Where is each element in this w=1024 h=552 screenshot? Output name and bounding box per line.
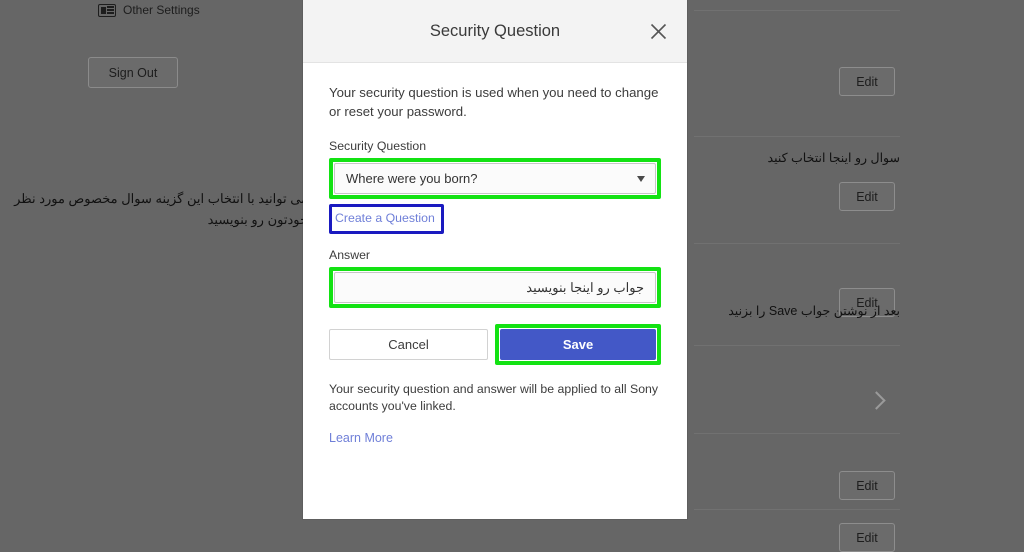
row-divider <box>694 433 900 434</box>
create-question-highlight: Create a Question <box>329 204 444 234</box>
annotation-select-question: سوال رو اینجا انتخاب کنید <box>767 151 900 165</box>
answer-highlight <box>329 267 661 308</box>
security-question-select[interactable]: Where were you born? <box>334 163 656 194</box>
chevron-right-icon[interactable] <box>867 391 886 410</box>
dialog-intro-text: Your security question is used when you … <box>329 85 659 119</box>
annotation-press-save: بعد از نوشتن جواب Save را بزنید <box>728 304 900 318</box>
dialog-footer-note: Your security question and answer will b… <box>329 382 659 413</box>
security-question-highlight: Where were you born? <box>329 158 661 199</box>
id-card-icon <box>98 3 116 17</box>
create-question-link[interactable]: Create a Question <box>333 208 439 229</box>
answer-input[interactable] <box>334 272 656 303</box>
row-divider <box>694 10 900 11</box>
create-question-row: Create a Question <box>329 204 661 234</box>
chevron-down-icon <box>637 175 645 182</box>
row-divider <box>694 345 900 346</box>
save-button[interactable]: Save <box>500 329 656 360</box>
save-highlight: Save <box>495 324 661 365</box>
cancel-button[interactable]: Cancel <box>329 329 488 360</box>
security-question-label: Security Question <box>329 139 427 153</box>
annotation-create-question: می توانید با انتخاب این گزینه سوال مخصوص… <box>14 191 308 227</box>
close-icon[interactable] <box>643 16 673 46</box>
other-settings-nav-item[interactable]: Other Settings <box>98 3 200 17</box>
dialog-body: Your security question is used when you … <box>303 63 687 447</box>
edit-button[interactable]: Edit <box>839 67 895 96</box>
answer-label: Answer <box>329 248 371 262</box>
dialog-actions: Cancel Save <box>329 324 661 365</box>
edit-button[interactable]: Edit <box>839 182 895 211</box>
sign-out-button[interactable]: Sign Out <box>88 57 178 88</box>
dialog-title: Security Question <box>429 21 561 40</box>
row-divider <box>694 243 900 244</box>
edit-button[interactable]: Edit <box>839 523 895 552</box>
row-divider <box>694 136 900 137</box>
learn-more-link[interactable]: Learn More <box>329 431 393 445</box>
dialog-header: Security Question <box>303 0 687 63</box>
edit-button[interactable]: Edit <box>839 471 895 500</box>
row-divider <box>694 509 900 510</box>
security-question-selected-value: Where were you born? <box>346 171 478 186</box>
security-question-dialog: Security Question Your security question… <box>303 0 687 519</box>
other-settings-label: Other Settings <box>123 3 200 17</box>
